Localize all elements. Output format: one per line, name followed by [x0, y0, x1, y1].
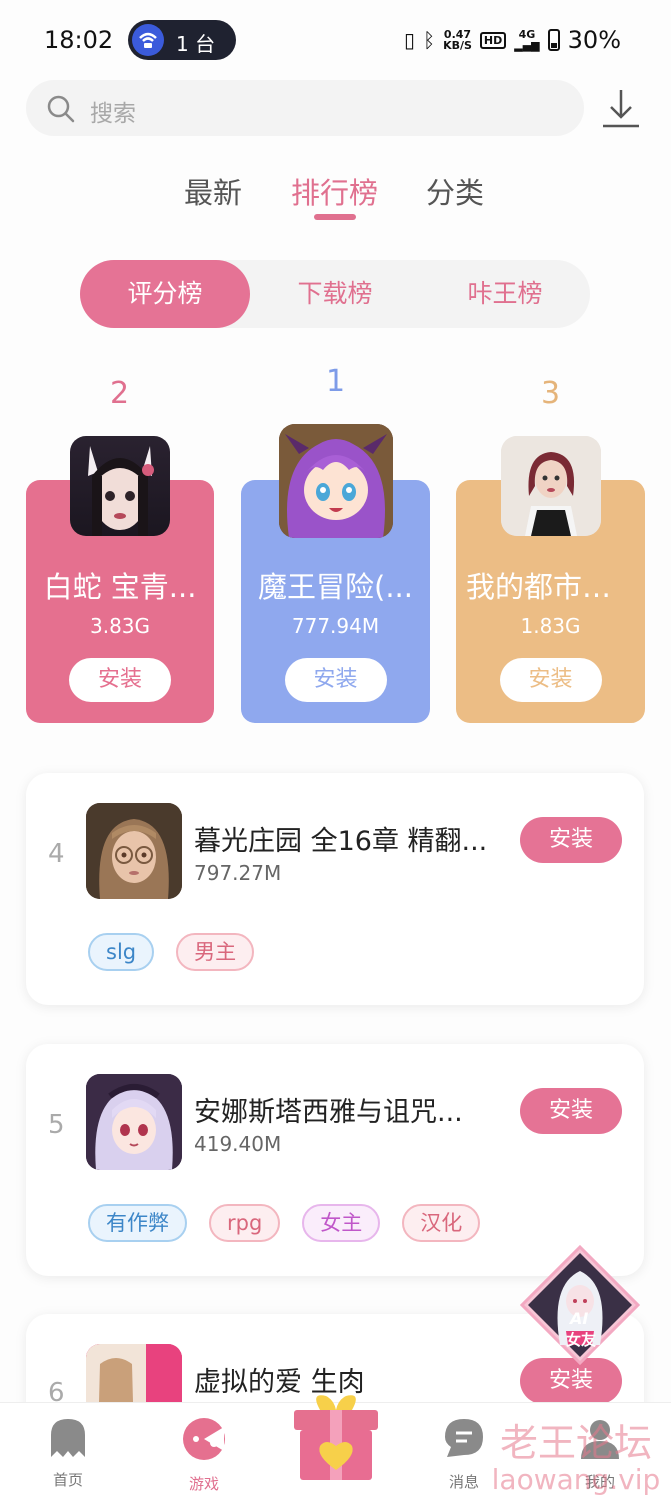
- message-icon: [445, 1419, 483, 1457]
- game-avatar-2: [70, 436, 170, 536]
- tag[interactable]: slg: [88, 933, 155, 971]
- status-time: 18:02: [44, 26, 114, 54]
- game-title: 暮光庄园 全16章 精翻...: [194, 826, 488, 857]
- nav-label: 游戏: [188, 1475, 219, 1493]
- download-icon: [603, 90, 639, 128]
- rank-number: 4: [48, 839, 65, 869]
- podium-size: 1.83G: [520, 614, 581, 638]
- tag-list: slg 男主: [88, 933, 255, 971]
- net-speed: 0.47 KB/S: [443, 28, 472, 52]
- gift-button[interactable]: [290, 1392, 382, 1482]
- nav-label: 首页: [52, 1471, 83, 1489]
- main-tabs: 最新 排行榜 分类: [0, 170, 671, 230]
- ai-badge-line2: 女友: [566, 1331, 597, 1349]
- status-icons: ▯ ᛒ 0.47 KB/S HD 4G ▂▄▆ 30%: [404, 26, 621, 54]
- podium-rank-2: 2: [110, 376, 130, 411]
- ai-badge-line1: AI: [570, 1309, 589, 1328]
- search-input[interactable]: 搜索: [90, 94, 136, 128]
- tab-ranking[interactable]: 排行榜: [291, 170, 378, 212]
- search-icon: [47, 95, 75, 123]
- tag[interactable]: 女主: [302, 1204, 381, 1242]
- ai-girlfriend-button[interactable]: AI 女友: [519, 1244, 641, 1366]
- game-thumbnail: [86, 803, 182, 899]
- hd-icon: HD: [479, 31, 507, 49]
- podium-rank-1: 1: [326, 364, 346, 399]
- game-size: 797.27M: [194, 861, 282, 885]
- list-item[interactable]: 4 暮光庄园 全16章 精翻... 797.27M 安装 slg 男主: [26, 773, 644, 1005]
- game-size: 419.40M: [194, 1132, 282, 1156]
- battery-icon: [547, 29, 560, 51]
- install-button[interactable]: 安装: [499, 658, 602, 702]
- download-button[interactable]: [598, 86, 644, 132]
- tab-latest[interactable]: 最新: [184, 170, 242, 212]
- watermark: 老王论坛 laowang.vip: [486, 1412, 666, 1496]
- gift-icon: [294, 1395, 378, 1480]
- wifi-share-icon: [132, 24, 164, 56]
- nav-home[interactable]: 首页: [28, 1417, 108, 1490]
- podium-name: 我的都市生...: [466, 570, 635, 604]
- podium-rank-3: 3: [541, 376, 561, 411]
- tab-indicator: [314, 214, 356, 220]
- battery-percent: 30%: [567, 26, 621, 54]
- game-avatar-3: [501, 436, 601, 536]
- podium-name: 白蛇 宝青...: [43, 570, 197, 604]
- bluetooth-icon: ᛒ: [423, 28, 436, 52]
- ranking-type-switch: 评分榜 下载榜 咔王榜: [80, 260, 590, 328]
- tag[interactable]: 男主: [176, 933, 255, 971]
- list-item[interactable]: 5 安娜斯塔西雅与诅咒... 419.40M 安装 有作弊 rpg 女主 汉化: [26, 1044, 644, 1276]
- podium-name: 魔王冒险(...: [258, 570, 413, 604]
- watermark-cn: 老王论坛: [499, 1421, 652, 1465]
- search-bar[interactable]: 搜索: [26, 80, 584, 136]
- seg-king[interactable]: 咔王榜: [420, 260, 590, 328]
- device-pill[interactable]: 1 台: [128, 20, 236, 60]
- tag[interactable]: 有作弊: [88, 1204, 187, 1242]
- tag[interactable]: rpg: [209, 1204, 281, 1242]
- install-button[interactable]: 安装: [69, 658, 171, 702]
- podium-size: 777.94M: [291, 614, 380, 638]
- podium-size: 3.83G: [89, 614, 151, 638]
- install-button[interactable]: 安装: [520, 1088, 622, 1134]
- nav-games[interactable]: 游戏: [164, 1417, 244, 1494]
- signal-icon: 4G ▂▄▆: [514, 28, 540, 52]
- watermark-en: laowang.vip: [491, 1463, 661, 1496]
- install-button[interactable]: 安装: [284, 658, 387, 702]
- game-avatar-1: [279, 424, 393, 538]
- game-thumbnail: [86, 1074, 182, 1170]
- tab-category[interactable]: 分类: [426, 170, 484, 212]
- install-button[interactable]: 安装: [520, 817, 622, 863]
- seg-rating[interactable]: 评分榜: [80, 260, 250, 328]
- ghost-icon: [51, 1419, 85, 1457]
- game-title: 安娜斯塔西雅与诅咒...: [194, 1097, 463, 1128]
- tag-list: 有作弊 rpg 女主 汉化: [88, 1204, 481, 1242]
- seg-downloads[interactable]: 下载榜: [250, 260, 420, 328]
- device-count: 1 台: [176, 32, 216, 56]
- gamepad-icon: [183, 1418, 225, 1460]
- vibrate-icon: ▯: [404, 28, 416, 52]
- status-bar: 18:02 1 台 ▯ ᛒ 0.47 KB/S HD 4G ▂▄▆ 30%: [0, 0, 671, 80]
- rank-number: 5: [48, 1110, 65, 1140]
- tag[interactable]: 汉化: [402, 1204, 481, 1242]
